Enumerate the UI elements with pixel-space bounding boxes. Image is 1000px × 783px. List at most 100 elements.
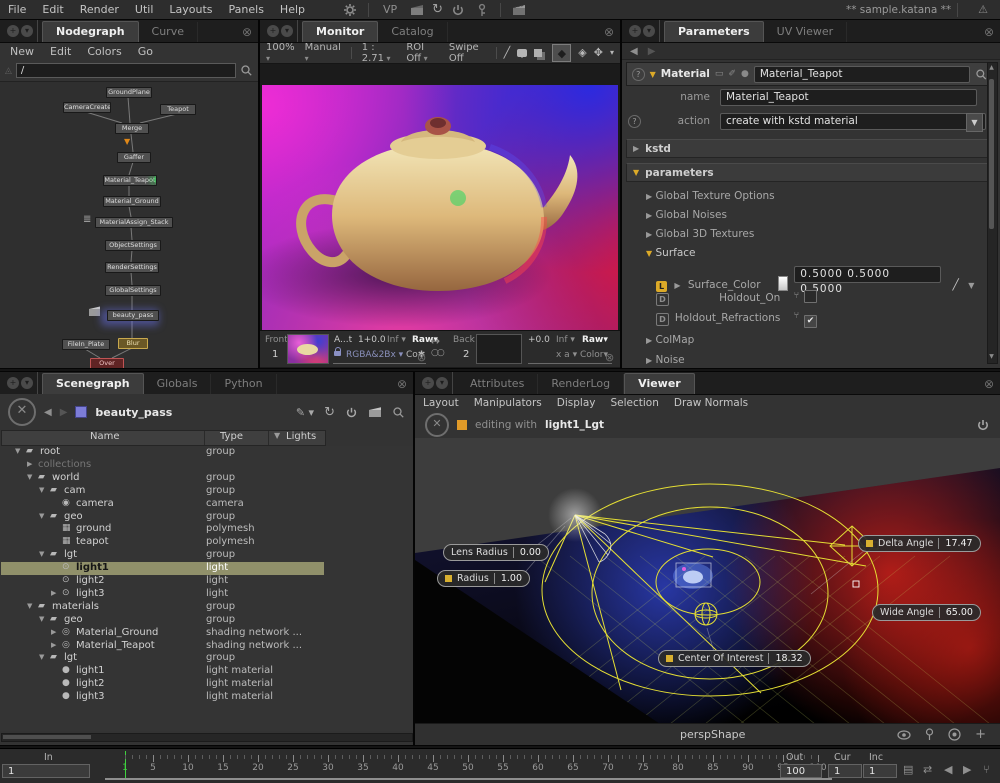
camera-name-label[interactable]: perspShape	[680, 728, 745, 741]
wrench-icon[interactable]: ✐	[728, 69, 736, 79]
color-values-field[interactable]: 0.5000 0.5000 0.5000	[794, 266, 941, 283]
group-colmap[interactable]: ▶ ColMap	[646, 334, 694, 346]
expander-icon[interactable]: ▼	[27, 602, 32, 610]
expander-icon[interactable]: ▼	[15, 447, 20, 455]
key-nav-icon[interactable]: ⇄	[923, 763, 932, 776]
pane-add-icon[interactable]: +	[267, 25, 279, 37]
scenegraph-row-Material_Ground[interactable]: ▶◎Material_Groundshading network ...	[1, 627, 324, 640]
color-swatch[interactable]	[778, 276, 788, 291]
chevron-down-icon[interactable]: ▼	[968, 281, 974, 290]
back-arrow-icon[interactable]: ◀	[44, 407, 52, 418]
hud-value[interactable]: 65.00	[939, 607, 973, 618]
annotation-icon[interactable]	[517, 49, 527, 57]
tab-attributes[interactable]: Attributes	[457, 374, 538, 394]
kstd-group[interactable]: ▶kstd	[626, 139, 996, 158]
back-raw-dropdown[interactable]: Raw▾	[582, 335, 608, 345]
node-Material_Teapot[interactable]: Material_Teapot	[103, 175, 157, 186]
scenegraph-row-root[interactable]: ▼▰rootgroup	[1, 446, 324, 459]
forward-arrow-icon[interactable]: ▶	[60, 407, 68, 418]
expander-icon[interactable]: ▶	[51, 589, 56, 597]
warning-icon[interactable]: ⚠	[978, 3, 988, 16]
menu-manipulators[interactable]: Manipulators	[474, 397, 542, 409]
gear-icon[interactable]	[343, 3, 357, 17]
scenegraph-hscrollbar[interactable]	[1, 733, 413, 742]
column-type[interactable]: Type	[220, 431, 243, 442]
search-icon[interactable]	[240, 64, 253, 77]
hud-value[interactable]: 0.00	[513, 547, 541, 558]
node-FileIn_Plate[interactable]: FileIn_Plate	[62, 339, 110, 350]
node-search-input[interactable]	[16, 63, 236, 78]
close-icon[interactable]: ⊗	[394, 377, 410, 394]
inc-field[interactable]: 1	[863, 764, 897, 778]
back-color-dropdown[interactable]: Color▾	[580, 350, 608, 360]
material-node-header[interactable]: ? ▼ Material ▭ ✐ ● Material_Teapot	[626, 62, 994, 86]
back-exposure[interactable]: +0.0	[528, 335, 550, 345]
expander-icon[interactable]: ▼	[39, 653, 44, 661]
search-icon[interactable]	[392, 406, 405, 419]
tab-curve[interactable]: Curve	[139, 22, 198, 42]
flag-icon[interactable]: ▭	[715, 69, 724, 79]
light-pin-icon[interactable]	[925, 728, 934, 741]
hud-lens-radius[interactable]: Lens Radius0.00	[443, 544, 549, 561]
display-diamond-icon[interactable]: ◆	[552, 44, 571, 62]
dot-icon[interactable]: ●	[741, 69, 749, 79]
column-name[interactable]: Name	[90, 431, 120, 442]
refresh-icon[interactable]: ↻	[429, 2, 446, 17]
scenegraph-row-light1[interactable]: ●light1light material	[1, 665, 324, 678]
power-icon[interactable]	[976, 418, 990, 432]
flipbook-icon[interactable]: ▤	[903, 763, 913, 776]
hud-value[interactable]: 18.32	[768, 653, 802, 664]
pen-icon[interactable]: ✎ ▾	[296, 406, 314, 419]
help-icon[interactable]: ?	[628, 115, 641, 128]
scenegraph-row-camera[interactable]: ◉cameracamera	[1, 498, 324, 511]
scenegraph-row-world[interactable]: ▼▰worldgroup	[1, 472, 324, 485]
tab-python[interactable]: Python	[211, 374, 276, 394]
back-inf-dropdown[interactable]: Inf ▾	[556, 335, 575, 345]
close-icon[interactable]: ⊗	[239, 25, 255, 42]
dropdown-arrow-icon[interactable]: ▼	[966, 113, 983, 132]
node-GroundPlane[interactable]: GroundPlane	[106, 87, 152, 98]
menu-selection[interactable]: Selection	[611, 397, 659, 409]
menu-go[interactable]: Go	[138, 45, 153, 58]
pane-buttons[interactable]: +▾	[3, 20, 38, 42]
scenegraph-row-light1[interactable]: ⊙light1light	[1, 562, 324, 575]
node-GlobalSettings[interactable]: GlobalSettings	[105, 285, 161, 296]
expander-icon[interactable]: ▶	[51, 641, 56, 649]
hud-value[interactable]: 1.00	[494, 573, 522, 584]
refresh-icon[interactable]: ↻	[324, 405, 335, 420]
update-mode-dropdown[interactable]: Manual	[305, 42, 341, 64]
back-thumbnail[interactable]	[476, 334, 522, 364]
menu-edit[interactable]: Edit	[34, 3, 71, 16]
enable-toggle-icon[interactable]	[794, 312, 801, 323]
back-xa-dropdown[interactable]: x a ▾	[556, 350, 577, 360]
menu-panels[interactable]: Panels	[221, 3, 272, 16]
clapperboard-icon[interactable]	[368, 406, 382, 418]
hud-radius[interactable]: Radius1.00	[437, 570, 530, 587]
back-clear-icon[interactable]: ⊗	[605, 351, 614, 364]
aspect-dropdown[interactable]: 1 : 2.71	[362, 42, 397, 64]
parameters-scrollbar[interactable]: ▲ ▼	[987, 62, 998, 364]
scenegraph-row-lgt[interactable]: ▼▰lgtgroup	[1, 549, 324, 562]
group-surface[interactable]: ▼ Surface	[646, 247, 696, 259]
menu-help[interactable]: Help	[272, 3, 313, 16]
scenegraph-row-geo[interactable]: ▼▰geogroup	[1, 511, 324, 524]
scenegraph-row-lgt[interactable]: ▼▰lgtgroup	[1, 652, 324, 665]
layers-icon[interactable]	[534, 49, 542, 57]
tab-monitor[interactable]: Monitor	[302, 21, 378, 42]
pane-buttons[interactable]: +▾	[263, 20, 298, 42]
nodegraph-canvas[interactable]: ▼ ≣ GroundPlaneCameraCreateTeapotMergeGa…	[0, 82, 258, 368]
lock-icon[interactable]	[334, 350, 341, 360]
camera-aperture-icon[interactable]	[948, 728, 961, 741]
pane-add-icon[interactable]: +	[7, 377, 19, 389]
scenegraph-row-materials[interactable]: ▼▰materialsgroup	[1, 601, 324, 614]
scroll-up-icon[interactable]: ▲	[988, 64, 995, 73]
group-global-3d-textures[interactable]: ▶ Global 3D Textures	[646, 228, 754, 240]
clear-location-icon[interactable]: ✕	[8, 398, 36, 426]
pane-add-icon[interactable]: +	[422, 377, 434, 389]
node-MaterialAssign_Stack[interactable]: MaterialAssign_Stack	[95, 217, 173, 228]
group-global-noises[interactable]: ▶ Global Noises	[646, 209, 727, 221]
scrollbar-thumb[interactable]	[3, 735, 91, 739]
scenegraph-row-geo[interactable]: ▼▰geogroup	[1, 614, 324, 627]
pixel-probe-icon[interactable]: ╱	[504, 46, 511, 60]
render-view[interactable]	[262, 85, 618, 330]
